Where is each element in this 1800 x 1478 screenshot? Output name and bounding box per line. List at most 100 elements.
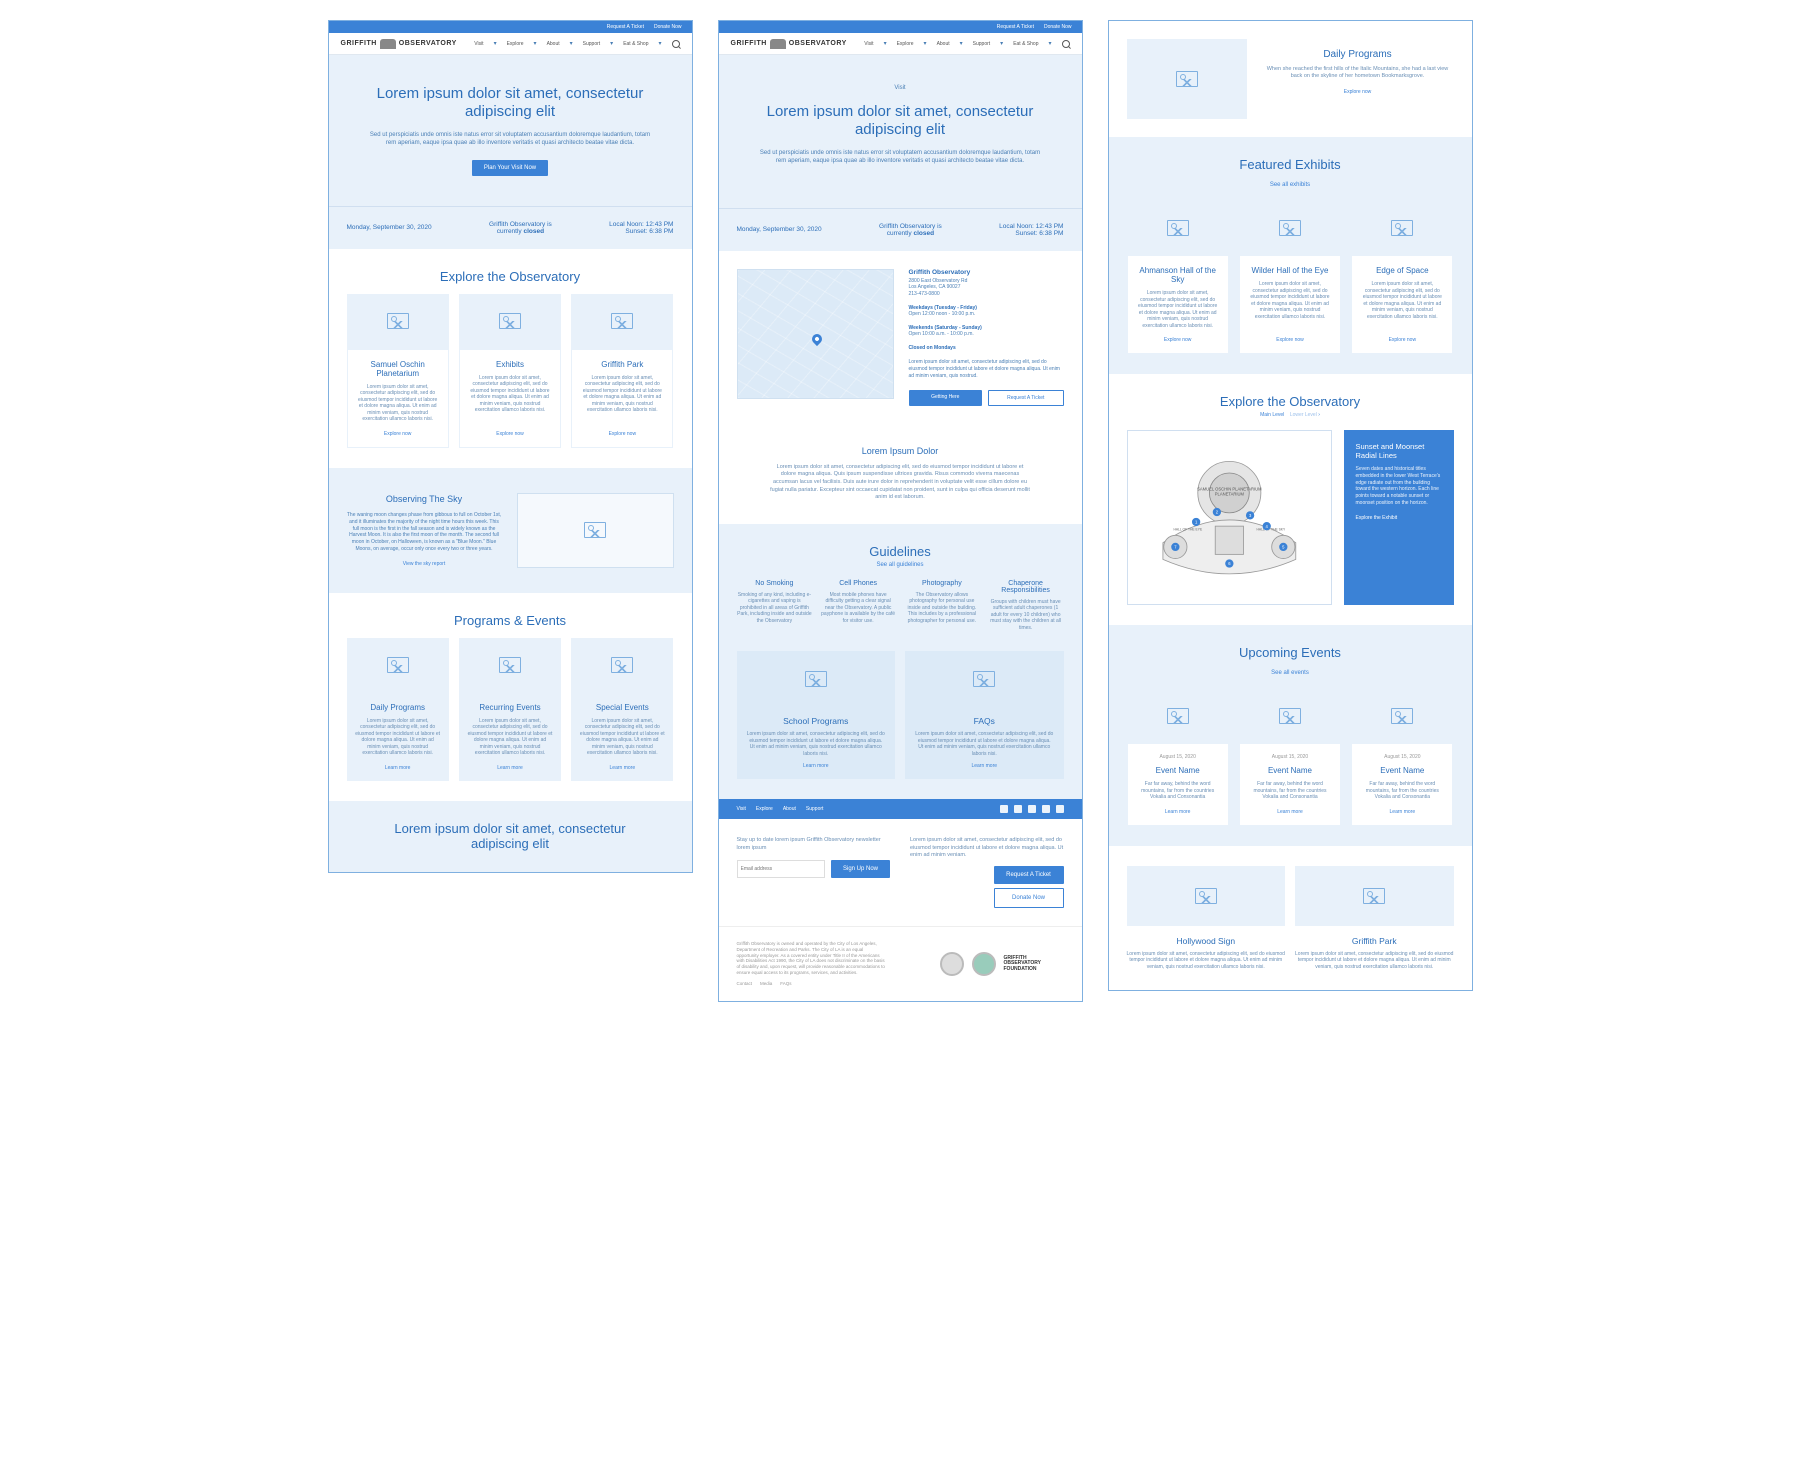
card-link[interactable]: Explore now [580,431,664,437]
bottom-tease: Lorem ipsum dolor sit amet, consectetur … [329,801,692,872]
hero-title: Lorem ipsum dolor sit amet, consectetur … [369,85,652,121]
navbar: GRIFFITHOBSERVATORY Visit▾ Explore▾ Abou… [719,33,1082,55]
logo[interactable]: GRIFFITH OBSERVATORY [341,39,457,49]
nav-explore[interactable]: Explore [507,41,524,47]
floor-plan-icon: SAMUEL OSCHIN PLANETARIUM PLANETARIUM HA… [1138,440,1321,596]
nav-eat[interactable]: Eat & Shop [1013,41,1038,47]
logo[interactable]: GRIFFITHOBSERVATORY [731,39,847,49]
youtube-icon[interactable] [1042,805,1050,813]
daily-link[interactable]: Explore now [1344,89,1372,95]
sky-text: The waning moon changes phase from gibbo… [347,512,502,553]
guide-phones: Cell PhonesMost mobile phones have diffi… [820,580,896,632]
guidelines-link[interactable]: See all guidelines [737,562,1064,568]
foundation-logo: GRIFFITH OBSERVATORY FOUNDATION [1004,956,1064,973]
donate-btn[interactable]: Donate Now [994,888,1064,908]
nav-visit[interactable]: Visit [864,41,873,47]
card-link[interactable]: Explore now [1360,337,1444,343]
ticket-btn[interactable]: Request A Ticket [988,390,1064,406]
flickr-icon[interactable] [1056,805,1064,813]
status-open: Griffith Observatory iscurrently closed [489,221,552,235]
signup-btn[interactable]: Sign Up Now [831,860,890,878]
card-text: Lorem ipsum dolor sit amet, consectetur … [580,375,664,423]
guide-chaperone: Chaperone ResponsibilitiesGroups with ch… [988,580,1064,632]
facebook-icon[interactable] [1028,805,1036,813]
event-card: August 15, 2020Event NameFar far away, b… [1351,688,1453,826]
ticket-btn[interactable]: Request A Ticket [994,866,1064,884]
instagram-icon[interactable] [1014,805,1022,813]
nav-support[interactable]: Support [973,41,991,47]
search-icon[interactable] [1062,40,1070,48]
image-placeholder-icon [499,657,521,673]
donate-link[interactable]: Donate Now [1044,24,1072,30]
card-link[interactable]: Learn more [1248,809,1332,815]
image-placeholder-icon [1391,708,1413,724]
sky-link[interactable]: View the sky report [403,561,445,567]
card-link[interactable]: Learn more [355,765,441,771]
card-text: Lorem ipsum dolor sit amet, consectetur … [356,384,440,423]
nav-eat[interactable]: Eat & Shop [623,41,648,47]
logo-text-b: OBSERVATORY [399,40,457,47]
card-text: Lorem ipsum dolor sit amet, consectetur … [467,718,553,757]
nav-explore[interactable]: Explore [897,41,914,47]
fnav-about[interactable]: About [783,806,796,812]
ticket-link[interactable]: Request A Ticket [607,24,644,30]
image-placeholder-icon [611,657,633,673]
events-link[interactable]: See all events [1127,670,1454,676]
image-placeholder-icon [387,657,409,673]
card-link[interactable]: Learn more [467,765,553,771]
nav-about[interactable]: About [937,41,950,47]
card-wilder: Wilder Hall of the EyeLorem ipsum dolor … [1239,200,1341,354]
topbar: Request A Ticket Donate Now [329,21,692,33]
navbar: GRIFFITH OBSERVATORY Visit▾ Explore▾ Abo… [329,33,692,55]
card-daily: Daily ProgramsLorem ipsum dolor sit amet… [347,638,449,781]
logo-dome-icon [380,39,396,49]
map[interactable] [737,269,894,399]
status-open: Griffith Observatory iscurrently closed [879,223,942,237]
fnav-visit[interactable]: Visit [737,806,746,812]
exhibit-link[interactable]: Explore the Exhibit [1356,515,1398,521]
card-link[interactable]: Learn more [579,765,665,771]
card-link[interactable]: Learn more [1136,809,1220,815]
image-placeholder-icon [1167,708,1189,724]
programs-section: Programs & Events Daily ProgramsLorem ip… [329,593,692,801]
obs-level-nav[interactable]: Main Level Lower Level › [1127,412,1454,418]
bottom-cards: Hollywood SignLorem ipsum dolor sit amet… [1109,846,1472,991]
nav-about[interactable]: About [547,41,560,47]
card-link[interactable]: Explore now [468,431,552,437]
hero-cta[interactable]: Plan Your Visit Now [472,160,548,176]
nav-support[interactable]: Support [583,41,601,47]
hero-sub: Sed ut perspiciatis unde omnis iste natu… [759,149,1042,166]
fnav-support[interactable]: Support [806,806,824,812]
card-link[interactable]: Learn more [971,763,997,769]
card-link[interactable]: Explore now [1136,337,1220,343]
fnav-explore[interactable]: Explore [756,806,773,812]
image-placeholder-icon [1176,71,1198,87]
contact-link[interactable]: Contact [737,981,753,987]
search-icon[interactable] [672,40,680,48]
textblock-text: Lorem ipsum dolor sit amet, consectetur … [769,464,1032,502]
nav-visit[interactable]: Visit [474,41,483,47]
donate-link[interactable]: Donate Now [654,24,682,30]
floor-map[interactable]: SAMUEL OSCHIN PLANETARIUM PLANETARIUM HA… [1127,430,1332,605]
getting-here-btn[interactable]: Getting Here [909,390,983,406]
card-title: Daily Programs [355,703,441,712]
faq-link[interactable]: FAQs [780,981,791,987]
media-link[interactable]: Media [760,981,772,987]
sky-section: Observing The SkyThe waning moon changes… [329,468,692,593]
program-cards: Daily Programs Lorem ipsum dolor sit amet… [347,638,674,781]
svg-text:HALL OF THE SKY: HALL OF THE SKY [1256,527,1286,531]
email-field[interactable] [737,860,825,878]
card-link[interactable]: Learn more [803,763,829,769]
card-park: Griffith ParkLorem ipsum dolor sit amet,… [1295,866,1454,971]
ticket-link[interactable]: Request A Ticket [997,24,1034,30]
card-hollywood: Hollywood SignLorem ipsum dolor sit amet… [1127,866,1286,971]
featured-link[interactable]: See all exhibits [1127,182,1454,188]
card-link[interactable]: Learn more [1360,809,1444,815]
card-link[interactable]: Explore now [356,431,440,437]
card-link[interactable]: Explore now [1248,337,1332,343]
obs-heading: Explore the Observatory [1127,394,1454,409]
exhibit-detail: Sunset and Moonset Radial Lines Seven da… [1344,430,1454,605]
twitter-icon[interactable] [1000,805,1008,813]
breadcrumb[interactable]: Visit [759,85,1042,91]
event-card: August 15, 2020Event NameFar far away, b… [1239,688,1341,826]
